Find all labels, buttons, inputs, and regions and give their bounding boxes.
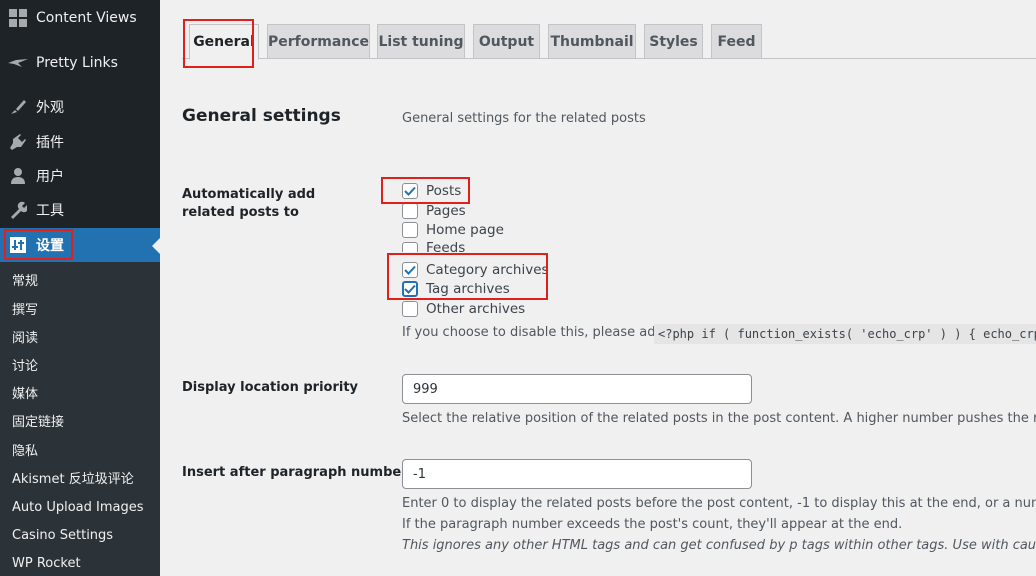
pretty-links-icon <box>8 53 28 73</box>
checkbox-label: Home page <box>426 222 504 238</box>
tab-performance[interactable]: Performance <box>267 24 370 58</box>
tab-divider <box>182 58 1036 59</box>
insert-after-label: Insert after paragraph number <box>182 465 408 480</box>
checkbox[interactable] <box>402 242 418 252</box>
auto-add-label: Automatically add related posts to <box>182 187 316 220</box>
submenu-item[interactable]: 阅读 <box>12 329 38 349</box>
plug-icon <box>8 132 28 152</box>
menu-item-users[interactable]: 用户 <box>0 159 160 193</box>
checkbox[interactable] <box>402 222 418 238</box>
submenu-item[interactable]: 固定链接 <box>12 413 64 433</box>
menu-item-content-views[interactable]: Content Views <box>0 1 160 35</box>
tab-feed[interactable]: Feed <box>711 24 762 58</box>
submenu-item[interactable]: Auto Upload Images <box>12 498 144 518</box>
priority-help: Select the relative position of the rela… <box>402 411 1036 426</box>
checkbox-label: Other archives <box>426 301 526 317</box>
tab-thumbnail[interactable]: Thumbnail <box>548 24 636 58</box>
submenu-item[interactable]: Akismet 反垃圾评论 <box>12 470 134 490</box>
submenu-item[interactable]: 讨论 <box>12 357 38 377</box>
highlight-box <box>387 253 548 300</box>
active-arrow <box>152 238 160 254</box>
submenu-item[interactable]: 隐私 <box>12 442 38 462</box>
menu-item-label: 工具 <box>36 203 64 219</box>
checkbox-pages[interactable]: Pages <box>402 201 466 221</box>
submenu-item[interactable]: Casino Settings <box>12 526 113 546</box>
settings-submenu: 常规 撰写 阅读 讨论 媒体 固定链接 隐私 Akismet 反垃圾评论 Aut… <box>0 262 160 576</box>
auto-add-help: If you choose to disable this, please ad… <box>402 325 664 340</box>
user-icon <box>8 166 28 186</box>
insert-after-help: Enter 0 to display the related posts bef… <box>402 496 1036 511</box>
tab-styles[interactable]: Styles <box>644 24 703 58</box>
tab-output[interactable]: Output <box>473 24 540 58</box>
admin-sidebar: Content Views Pretty Links 外观 插件 用户 工具 设… <box>0 0 160 576</box>
highlight-box <box>4 229 73 260</box>
checkbox-feeds[interactable]: Feeds <box>402 240 465 252</box>
menu-item-label: Pretty Links <box>36 55 118 71</box>
priority-input[interactable] <box>402 374 752 404</box>
menu-item-label: Content Views <box>36 10 137 26</box>
checkbox-label: Feeds <box>426 240 466 252</box>
menu-item-appearance[interactable]: 外观 <box>0 90 160 124</box>
submenu-item[interactable]: 常规 <box>12 272 38 292</box>
checkbox-other-archives[interactable]: Other archives <box>402 299 525 319</box>
checkbox-home-page[interactable]: Home page <box>402 220 504 240</box>
submenu-item[interactable]: 撰写 <box>12 301 38 321</box>
submenu-item[interactable]: WP Rocket <box>12 554 81 574</box>
brush-icon <box>8 97 28 117</box>
menu-item-label: 用户 <box>36 169 64 185</box>
highlight-box <box>183 19 254 68</box>
checkbox[interactable] <box>402 301 418 317</box>
menu-item-label: 外观 <box>36 100 64 116</box>
highlight-box <box>381 177 470 204</box>
section-title: General settings <box>182 106 341 126</box>
submenu-item[interactable]: 媒体 <box>12 385 38 405</box>
checkbox-label: Pages <box>426 203 466 219</box>
menu-item-plugins[interactable]: 插件 <box>0 125 160 159</box>
tab-list-tuning[interactable]: List tuning <box>377 24 465 58</box>
section-description: General settings for the related posts <box>402 111 646 126</box>
menu-item-pretty-links[interactable]: Pretty Links <box>0 46 160 80</box>
menu-item-label: 插件 <box>36 135 64 151</box>
checkbox[interactable] <box>402 203 418 219</box>
wrench-icon <box>8 200 28 220</box>
insert-after-help-2: If the paragraph number exceeds the post… <box>402 517 903 532</box>
priority-label: Display location priority <box>182 380 359 395</box>
menu-item-tools[interactable]: 工具 <box>0 193 160 227</box>
code-snippet: <?php if ( function_exists( 'echo_crp' )… <box>654 324 1036 344</box>
insert-after-note: This ignores any other HTML tags and can… <box>402 538 1036 553</box>
grid-icon <box>8 8 28 28</box>
insert-after-input[interactable] <box>402 459 752 489</box>
